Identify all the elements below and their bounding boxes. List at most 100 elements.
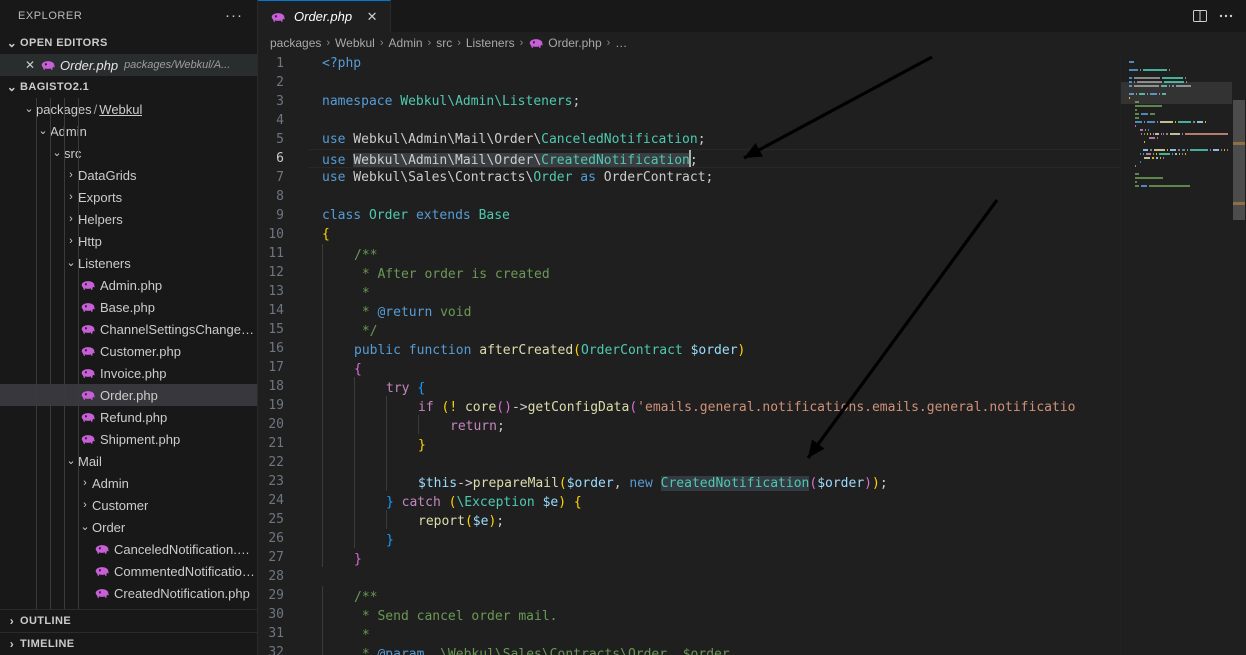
code-line[interactable]: 21}	[258, 434, 1246, 453]
breadcrumb-item[interactable]: Listeners	[466, 36, 515, 50]
close-icon[interactable]: ✕	[22, 58, 38, 72]
breadcrumb-item[interactable]: Order.php	[548, 36, 601, 50]
tree-folder-customer[interactable]: › Customer	[0, 494, 257, 516]
code-line[interactable]: 29 /**	[258, 586, 1246, 605]
section-project-root[interactable]: ⌄ BAGISTO2.1	[0, 76, 257, 98]
chevron-down-icon[interactable]: ⌄	[36, 125, 50, 137]
chevron-right-icon[interactable]: ›	[78, 499, 92, 511]
code-line[interactable]: 10 {	[258, 225, 1246, 244]
tree-file-admin-php[interactable]: Admin.php	[0, 274, 257, 296]
minimap[interactable]	[1120, 54, 1232, 655]
code-line[interactable]: 25 report($e);	[258, 510, 1246, 529]
breadcrumb-item[interactable]: …	[615, 36, 627, 50]
minimap-slider[interactable]	[1121, 82, 1232, 104]
code-line[interactable]: 27}	[258, 548, 1246, 567]
minimap-segment	[1139, 129, 1143, 131]
tree-file-base-php[interactable]: Base.php	[0, 296, 257, 318]
code-line[interactable]: 12 * After order is created	[258, 263, 1246, 282]
code-line[interactable]: 17 {	[258, 358, 1246, 377]
chevron-down-icon[interactable]: ⌄	[50, 147, 64, 159]
code-line-text: }	[308, 529, 394, 548]
code-line[interactable]: 23 $this->prepareMail($order, new Created…	[258, 472, 1246, 491]
tree-folder-mail[interactable]: ⌄ Mail	[0, 450, 257, 472]
tree-folder-listeners[interactable]: ⌄ Listeners	[0, 252, 257, 274]
code-line[interactable]: 2	[258, 73, 1246, 92]
tree-file-order-php[interactable]: Order.php	[0, 384, 257, 406]
code-line[interactable]: 24} catch (\Exception $e) {	[258, 491, 1246, 510]
chevron-right-icon[interactable]: ›	[64, 169, 78, 181]
tree-file-cancelednotification-php[interactable]: CanceledNotification.php	[0, 538, 257, 560]
chevron-down-icon[interactable]: ⌄	[78, 521, 92, 533]
section-open-editors[interactable]: ⌄ OPEN EDITORS	[0, 32, 257, 54]
code-line[interactable]: 11 /**	[258, 244, 1246, 263]
code-line[interactable]: 31 *	[258, 624, 1246, 643]
code-line[interactable]: 5 use Webkul\Admin\Mail\Order\CanceledNot…	[258, 130, 1246, 149]
code-lines-area[interactable]: 1 <?php 2 3 namespace Webkul\Admin\Listeners…	[258, 54, 1246, 655]
chevron-right-icon: ›	[9, 614, 15, 628]
editor-vertical-scrollbar[interactable]	[1232, 54, 1246, 655]
tree-file-customer-php[interactable]: Customer.php	[0, 340, 257, 362]
code-line[interactable]: 4	[258, 111, 1246, 130]
chevron-down-icon[interactable]: ⌄	[64, 257, 78, 269]
breadcrumb-item[interactable]: Webkul	[335, 36, 375, 50]
tree-folder-exports[interactable]: › Exports	[0, 186, 257, 208]
tree-folder-helpers[interactable]: › Helpers	[0, 208, 257, 230]
code-line[interactable]: 26}	[258, 529, 1246, 548]
code-line[interactable]: 8	[258, 187, 1246, 206]
code-line[interactable]: 3 namespace Webkul\Admin\Listeners;	[258, 92, 1246, 111]
code-line[interactable]: 30 * Send cancel order mail.	[258, 605, 1246, 624]
code-line[interactable]: 18 try {	[258, 377, 1246, 396]
explorer-more-icon[interactable]: ···	[225, 8, 247, 23]
tree-file-refund-php[interactable]: Refund.php	[0, 406, 257, 428]
tab-close-icon[interactable]: ✕	[364, 9, 380, 25]
code-editor[interactable]: 1 <?php 2 3 namespace Webkul\Admin\Listeners…	[258, 54, 1246, 655]
tree-file-commentednotification-php[interactable]: CommentedNotification.php	[0, 560, 257, 582]
section-outline[interactable]: › OUTLINE	[0, 609, 257, 632]
code-line[interactable]: 16 public function afterCreated(OrderCont…	[258, 339, 1246, 358]
code-line[interactable]: 20 return;	[258, 415, 1246, 434]
minimap-segment	[1146, 121, 1156, 123]
tree-file-channelsettingschange-php[interactable]: ChannelSettingsChange.php	[0, 318, 257, 340]
breadcrumb-item[interactable]: packages	[270, 36, 321, 50]
chevron-right-icon[interactable]: ›	[78, 477, 92, 489]
breadcrumb-item[interactable]: src	[436, 36, 452, 50]
indent-guide	[322, 263, 323, 282]
tree-folder-http[interactable]: › Http	[0, 230, 257, 252]
code-line[interactable]: 1 <?php	[258, 54, 1246, 73]
tree-folder-admin[interactable]: ⌄ Admin	[0, 120, 257, 142]
chevron-right-icon[interactable]: ›	[64, 213, 78, 225]
code-line[interactable]: 6 use Webkul\Admin\Mail\Order\CreatedNoti…	[258, 149, 1246, 168]
chevron-right-icon[interactable]: ›	[64, 235, 78, 247]
section-timeline[interactable]: › TIMELINE	[0, 632, 257, 655]
split-editor-icon[interactable]	[1192, 8, 1208, 24]
tree-file-shipment-php[interactable]: Shipment.php	[0, 428, 257, 450]
code-line[interactable]: 13 *	[258, 282, 1246, 301]
chevron-down-icon[interactable]: ⌄	[22, 103, 36, 115]
tree-folder-admin[interactable]: › Admin	[0, 472, 257, 494]
line-number: 26	[268, 531, 284, 546]
code-line[interactable]: 15 */	[258, 320, 1246, 339]
code-line[interactable]: 14 * @return void	[258, 301, 1246, 320]
tree-folder-datagrids[interactable]: › DataGrids	[0, 164, 257, 186]
code-token: (	[496, 400, 505, 415]
tree-file-creatednotification-php[interactable]: CreatedNotification.php	[0, 582, 257, 604]
tree-file-invoice-php[interactable]: Invoice.php	[0, 362, 257, 384]
code-line[interactable]: 7 use Webkul\Sales\Contracts\Order as Ord…	[258, 168, 1246, 187]
code-token: as	[580, 170, 596, 185]
tree-folder-src[interactable]: ⌄ src	[0, 142, 257, 164]
minimap-segment	[1144, 133, 1146, 135]
chevron-down-icon[interactable]: ⌄	[64, 455, 78, 467]
chevron-right-icon[interactable]: ›	[64, 191, 78, 203]
line-number: 30	[268, 607, 284, 622]
code-line[interactable]: 32 * @param \Webkul\Sales\Contracts\Orde…	[258, 643, 1246, 655]
tab-order-php[interactable]: Order.php ✕	[258, 0, 392, 32]
code-line[interactable]: 28	[258, 567, 1246, 586]
open-editor-item[interactable]: ✕ Order.php packages/Webkul/A...	[0, 54, 257, 76]
code-line[interactable]: 9 class Order extends Base	[258, 206, 1246, 225]
code-line[interactable]: 19 if (! core()->getConfigData('emails.ge…	[258, 396, 1246, 415]
tree-folder-order[interactable]: ⌄ Order	[0, 516, 257, 538]
more-actions-icon[interactable]	[1218, 8, 1234, 24]
tree-folder-packages[interactable]: ⌄packages/Webkul	[0, 98, 257, 120]
breadcrumb-item[interactable]: Admin	[389, 36, 423, 50]
code-line[interactable]: 22	[258, 453, 1246, 472]
